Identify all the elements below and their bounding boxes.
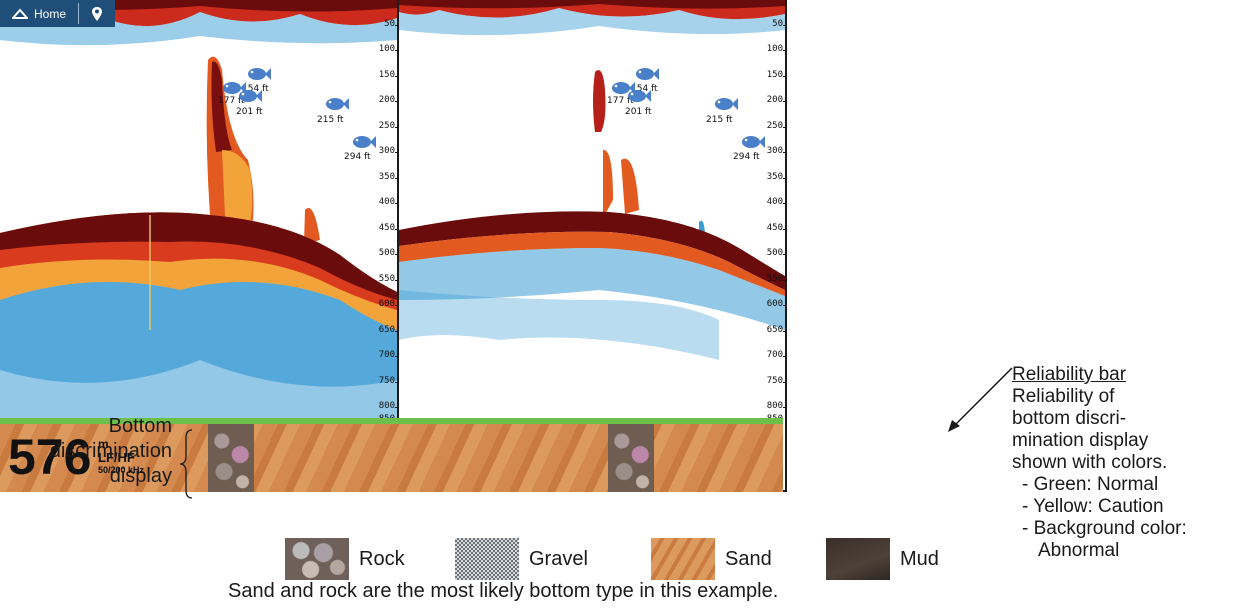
fish-depth-label: 201 ft xyxy=(625,107,652,117)
annotation-item: - Background color: xyxy=(1022,518,1187,539)
home-icon xyxy=(12,7,28,19)
depth-tick: 450 xyxy=(766,223,785,233)
legend-label: Sand xyxy=(725,547,772,570)
annotation-title: Reliability bar xyxy=(1012,364,1127,385)
fish-icon[interactable] xyxy=(741,134,765,150)
depth-tick: 500 xyxy=(378,248,397,258)
annotation-line: Reliability of xyxy=(1012,386,1115,407)
rock-segment xyxy=(608,424,654,492)
callout-arrow xyxy=(948,367,1013,432)
hf-echogram-pane: 50 100 150 200 250 300 350 400 450 500 5… xyxy=(399,0,785,418)
fish-depth-label: 294 ft xyxy=(344,152,371,162)
depth-tick: 200 xyxy=(766,95,785,105)
depth-tick: 600 xyxy=(378,299,397,309)
depth-tick: 450 xyxy=(378,223,397,233)
fish-icon[interactable] xyxy=(714,96,738,112)
bracket-line xyxy=(179,429,193,499)
depth-tick: 550 xyxy=(766,274,785,284)
legend-mud: Mud xyxy=(826,538,939,580)
fish-icon[interactable] xyxy=(627,88,651,104)
depth-tick: 750 xyxy=(378,376,397,386)
depth-tick: 350 xyxy=(378,172,397,182)
home-label: Home xyxy=(34,6,67,21)
depth-tick: 50 xyxy=(384,19,397,29)
depth-tick: 150 xyxy=(378,70,397,80)
depth-tick: 650 xyxy=(378,325,397,335)
depth-tick: 100 xyxy=(378,44,397,54)
annotation-item: - Yellow: Caution xyxy=(1022,496,1164,517)
depth-tick: 500 xyxy=(766,248,785,258)
depth-tick: 750 xyxy=(766,376,785,386)
location-button[interactable] xyxy=(79,0,115,27)
legend-label: Gravel xyxy=(529,547,588,570)
fish-icon[interactable] xyxy=(238,88,262,104)
mud-swatch xyxy=(826,538,890,580)
fish-depth-label: 201 ft xyxy=(236,107,263,117)
depth-tick: 550 xyxy=(378,274,397,284)
caption: Sand and rock are the most likely bottom… xyxy=(228,580,779,602)
legend-label: Mud xyxy=(900,547,939,570)
depth-tick: 300 xyxy=(766,146,785,156)
depth-tick: 700 xyxy=(766,350,785,360)
depth-tick: 800 xyxy=(766,401,785,411)
hf-echogram xyxy=(399,0,785,360)
annotation-line: bottom discri- xyxy=(1012,408,1127,429)
fish-depth-label: 215 ft xyxy=(317,115,344,125)
fish-icon[interactable] xyxy=(247,66,271,82)
depth-tick: 800 xyxy=(378,401,397,411)
label-line: display xyxy=(109,465,172,487)
depth-tick: 700 xyxy=(378,350,397,360)
lf-echogram xyxy=(0,0,397,418)
legend-label: Rock xyxy=(359,547,405,570)
legend-gravel: Gravel xyxy=(455,538,588,580)
depth-scale: 50 100 150 200 250 300 350 400 450 500 5… xyxy=(755,0,785,418)
rock-segment xyxy=(208,424,254,492)
depth-tick: 100 xyxy=(766,44,785,54)
reliability-annotation: Reliability bar Reliability of bottom di… xyxy=(1012,364,1234,562)
home-bar: Home xyxy=(0,0,116,27)
fish-depth-label: 215 ft xyxy=(706,115,733,125)
legend-sand: Sand xyxy=(651,538,772,580)
gravel-swatch xyxy=(455,538,519,580)
annotation-line: shown with colors. xyxy=(1012,452,1168,473)
sand-swatch xyxy=(651,538,715,580)
depth-tick: 50 xyxy=(772,19,785,29)
fish-depth-label: 294 ft xyxy=(733,152,760,162)
legend-rock: Rock xyxy=(285,538,405,580)
label-line: Bottom xyxy=(108,415,172,437)
depth-tick: 200 xyxy=(378,95,397,105)
depth-tick: 300 xyxy=(378,146,397,156)
fish-icon[interactable] xyxy=(352,134,376,150)
location-pin-icon xyxy=(92,6,103,21)
annotation-item: - Green: Normal xyxy=(1022,474,1159,495)
lf-echogram-pane: 50 100 150 200 250 300 350 400 450 500 5… xyxy=(0,0,397,418)
depth-tick: 650 xyxy=(766,325,785,335)
home-button[interactable]: Home xyxy=(0,0,78,27)
fish-icon[interactable] xyxy=(635,66,659,82)
annotation-line: mination display xyxy=(1012,430,1149,451)
annotation-item: Abnormal xyxy=(1038,540,1120,561)
depth-tick: 350 xyxy=(766,172,785,182)
bottom-discrimination-label: Bottom discrimination display xyxy=(0,414,172,489)
depth-tick: 250 xyxy=(378,121,397,131)
depth-tick: 400 xyxy=(378,197,397,207)
depth-tick: 150 xyxy=(766,70,785,80)
label-line: discrimination xyxy=(49,440,172,462)
fish-icon[interactable] xyxy=(325,96,349,112)
rock-swatch xyxy=(285,538,349,580)
depth-tick: 600 xyxy=(766,299,785,309)
depth-scale: 50 100 150 200 250 300 350 400 450 500 5… xyxy=(367,0,397,418)
depth-tick: 250 xyxy=(766,121,785,131)
depth-tick: 400 xyxy=(766,197,785,207)
